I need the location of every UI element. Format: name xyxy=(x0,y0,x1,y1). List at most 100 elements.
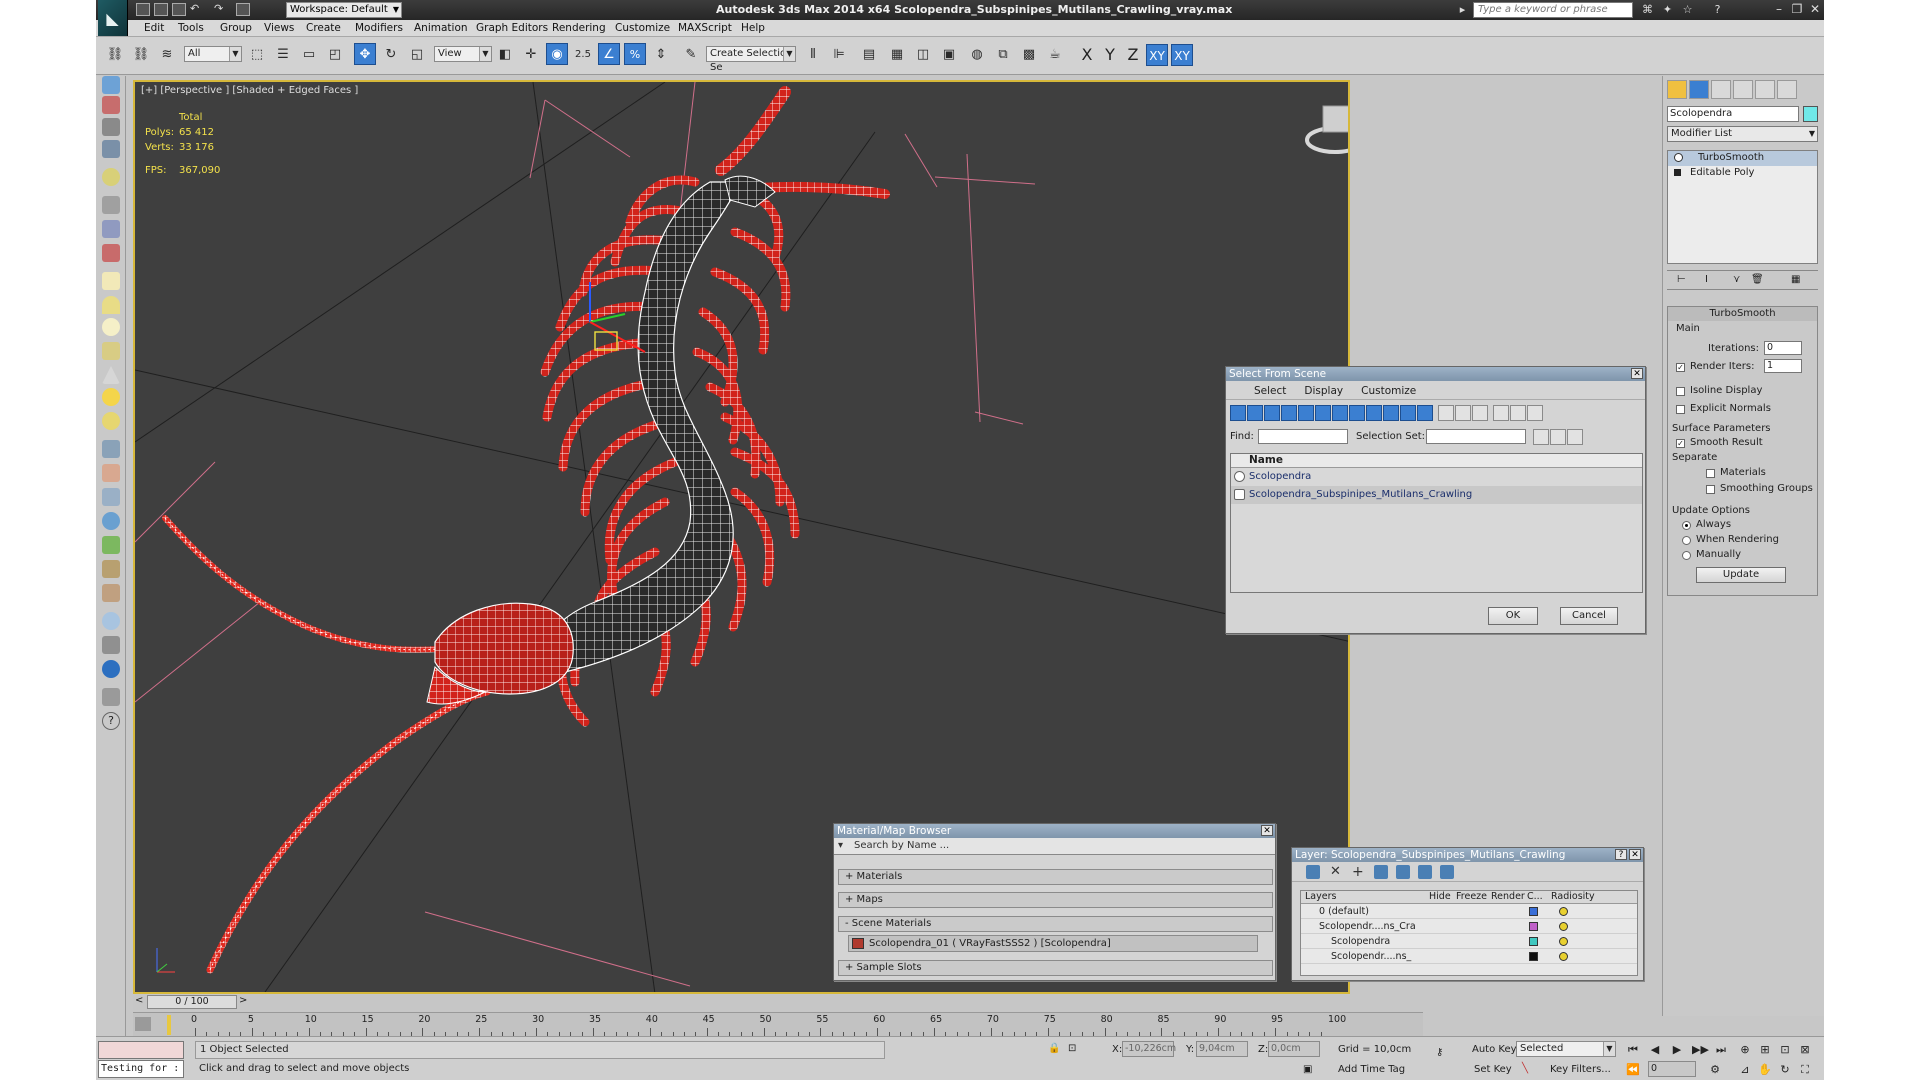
vray-icon[interactable] xyxy=(102,660,120,678)
menu-display[interactable]: Display xyxy=(1304,385,1343,397)
menu-animation[interactable]: Animation xyxy=(414,22,468,34)
display-icon[interactable] xyxy=(102,118,120,136)
previous-frame-icon[interactable]: ◀ xyxy=(1648,1043,1662,1057)
hide-all-layers-icon[interactable] xyxy=(1418,865,1432,879)
help-search-input[interactable]: Type a keyword or phrase xyxy=(1473,2,1633,18)
foliage-icon[interactable] xyxy=(102,536,120,554)
object-name-input[interactable]: Scolopendra xyxy=(1667,106,1799,122)
search-by-name-input[interactable]: ▾ Search by Name ... xyxy=(834,838,1275,855)
radiosity-icon[interactable] xyxy=(1559,907,1568,916)
menu-create[interactable]: Create xyxy=(306,22,341,34)
layer-color-swatch[interactable] xyxy=(1529,922,1538,931)
sample-slots-group[interactable]: + Sample Slots xyxy=(838,960,1273,976)
z-coord-input[interactable]: 0,0cm xyxy=(1268,1041,1320,1057)
select-and-rotate-icon[interactable]: ↻ xyxy=(380,43,402,65)
menu-customize[interactable]: Customize xyxy=(1361,385,1416,397)
bind-to-space-warp-icon[interactable]: ≋ xyxy=(156,43,178,65)
maps-group[interactable]: + Maps xyxy=(838,892,1273,908)
maximize-viewport-icon[interactable]: ⛶ xyxy=(1798,1063,1812,1077)
filter-helpers-icon[interactable] xyxy=(1298,405,1314,421)
explicit-normals-checkbox[interactable] xyxy=(1676,405,1685,414)
menu-select[interactable]: Select xyxy=(1254,385,1286,397)
spinner-snap-icon[interactable]: ⇕ xyxy=(650,43,672,65)
favorites-star-icon[interactable]: ☆ xyxy=(1681,3,1694,16)
columns-icon[interactable] xyxy=(1527,405,1543,421)
stack-item-editable-poly[interactable]: Editable Poly xyxy=(1668,166,1817,181)
percent-snap-icon[interactable]: % xyxy=(624,43,646,65)
time-slider-thumb[interactable]: 0 / 100 xyxy=(147,995,237,1009)
configure-modifier-sets-icon[interactable]: ▦ xyxy=(1791,274,1800,285)
highlight-selected-layer-icon[interactable] xyxy=(1396,865,1410,879)
close-icon[interactable]: ✕ xyxy=(1631,368,1643,379)
layer-color-swatch[interactable] xyxy=(1529,907,1538,916)
add-to-layer-icon[interactable]: + xyxy=(1352,865,1366,879)
minimize-icon[interactable]: – xyxy=(1771,2,1787,17)
edit-named-selection-icon[interactable]: ✎ xyxy=(680,43,702,65)
plane-icon[interactable] xyxy=(102,272,120,290)
snaps-toggle-icon[interactable]: 2.5 xyxy=(572,43,594,65)
hierarchy-tab-icon[interactable] xyxy=(1711,80,1731,99)
add-time-tag-label[interactable]: Add Time Tag xyxy=(1338,1064,1405,1075)
col-hide[interactable]: Hide xyxy=(1429,891,1451,903)
schematic-view-icon[interactable]: ▣ xyxy=(938,43,960,65)
separate-smoothing-groups-checkbox[interactable] xyxy=(1706,485,1715,494)
key-mode-toggle-icon[interactable]: ⏪ xyxy=(1626,1063,1640,1077)
axis-x-button[interactable]: X xyxy=(1076,44,1098,66)
utilities-icon[interactable] xyxy=(102,220,120,238)
render-production-icon[interactable]: ☕ xyxy=(1044,43,1066,65)
col-layers[interactable]: Layers xyxy=(1305,891,1336,903)
camera-icon[interactable] xyxy=(102,636,120,654)
sun-light-icon[interactable] xyxy=(102,388,120,406)
cloth-icon[interactable] xyxy=(102,584,120,602)
help-icon[interactable]: ? xyxy=(1711,3,1724,16)
environment-icon[interactable] xyxy=(102,612,120,630)
material-editor-icon[interactable]: ◍ xyxy=(966,43,988,65)
rectangular-selection-icon[interactable]: ▭ xyxy=(298,43,320,65)
time-configuration-icon[interactable]: ⚙ xyxy=(1708,1063,1722,1077)
new-file-icon[interactable] xyxy=(136,3,150,16)
cancel-button[interactable]: Cancel xyxy=(1560,607,1618,625)
select-and-scale-icon[interactable]: ◱ xyxy=(406,43,428,65)
absolute-mode-icon[interactable]: ⊡ xyxy=(1068,1043,1076,1054)
auto-key-button[interactable]: Auto Key xyxy=(1472,1044,1517,1055)
sphere-icon[interactable] xyxy=(102,318,120,336)
filter-spacewarps-icon[interactable] xyxy=(1315,405,1331,421)
radiosity-icon[interactable] xyxy=(1559,922,1568,931)
go-to-start-icon[interactable]: ⏮ xyxy=(1626,1043,1640,1057)
menu-help[interactable]: Help xyxy=(741,22,765,34)
help-circle-icon[interactable]: ? xyxy=(102,712,120,730)
rendered-frame-window-icon[interactable]: ▩ xyxy=(1018,43,1040,65)
render-icon[interactable] xyxy=(102,96,120,114)
col-render[interactable]: Render xyxy=(1491,891,1525,903)
filter-bones-icon[interactable] xyxy=(1366,405,1382,421)
open-file-icon[interactable] xyxy=(154,3,168,16)
new-layer-icon[interactable] xyxy=(1306,865,1320,879)
menu-rendering[interactable]: Rendering xyxy=(552,22,606,34)
update-manually-radio[interactable] xyxy=(1682,551,1691,560)
project-folder-icon[interactable] xyxy=(236,3,250,16)
layer-row[interactable]: Scolopendr....ns_Cra xyxy=(1301,919,1637,934)
restore-icon[interactable]: ❐ xyxy=(1789,2,1805,17)
filter-funnel-icon[interactable] xyxy=(1493,405,1509,421)
set-key-button[interactable]: Set Key xyxy=(1474,1064,1512,1075)
remove-modifier-icon[interactable]: 🗑 xyxy=(1751,274,1764,285)
select-objects-in-layer-icon[interactable] xyxy=(1374,865,1388,879)
spacewarp-icon[interactable] xyxy=(102,488,120,506)
hair-icon[interactable] xyxy=(102,560,120,578)
layer-row[interactable]: Scolopendr....ns_ xyxy=(1301,949,1637,964)
pivot-center-icon[interactable]: ◧ xyxy=(494,43,516,65)
y-coord-input[interactable]: 9,04cm xyxy=(1196,1041,1248,1057)
render-iters-spinner[interactable]: 1 xyxy=(1764,359,1802,373)
list-item-crawling[interactable]: Scolopendra_Subspinipes_Mutilans_Crawlin… xyxy=(1231,486,1642,504)
filter-xrefs-icon[interactable] xyxy=(1349,405,1365,421)
menu-maxscript[interactable]: MAXScript xyxy=(678,22,732,34)
motion-tab-icon[interactable] xyxy=(1733,80,1753,99)
undo-icon[interactable]: ↶ xyxy=(190,3,204,16)
ok-button[interactable]: OK xyxy=(1488,607,1538,625)
selection-set-dropdown[interactable] xyxy=(1426,429,1526,444)
col-freeze[interactable]: Freeze xyxy=(1456,891,1487,903)
prev-frame-icon[interactable]: < xyxy=(135,995,143,1006)
update-button[interactable]: Update xyxy=(1696,567,1786,583)
menu-graph-editors[interactable]: Graph Editors xyxy=(476,22,548,34)
select-set-icon[interactable] xyxy=(1533,429,1549,445)
